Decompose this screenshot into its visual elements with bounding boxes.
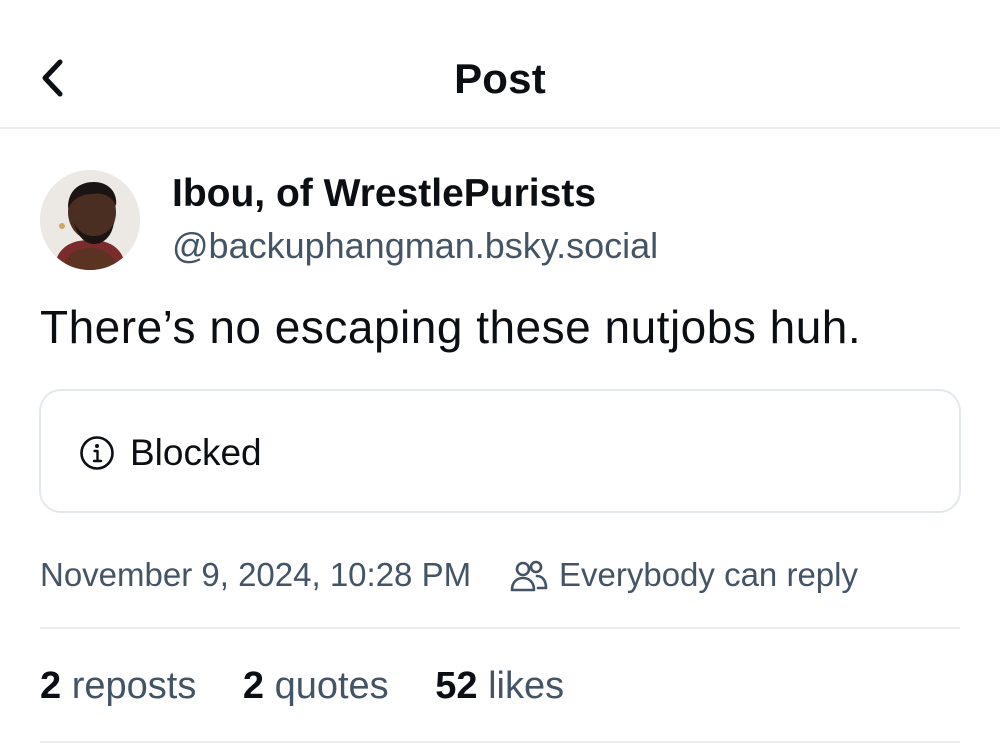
likes-count: 52 [435, 665, 478, 707]
blocked-label: Blocked [130, 432, 262, 473]
reposts-count: 2 [40, 665, 62, 707]
likes-label: likes [488, 665, 565, 707]
likes-stat[interactable]: 52 likes [435, 665, 564, 708]
divider [40, 627, 960, 629]
author-handle[interactable]: @backuphangman.bsky.social [172, 225, 658, 267]
avatar-image [40, 170, 140, 270]
divider [40, 741, 960, 743]
quotes-count: 2 [242, 665, 265, 707]
top-bar: Post [0, 0, 1000, 129]
engagement-stats: 2 reposts 2 quotes 52 likes [40, 665, 600, 708]
reply-setting[interactable]: Everybody can reply [559, 556, 858, 594]
post-text: There’s no escaping these nutjobs huh. [40, 301, 862, 353]
author-display-name[interactable]: Ibou, of WrestlePurists [172, 172, 596, 216]
quotes-stat[interactable]: 2 quotes [243, 665, 389, 708]
quotes-label: quotes [274, 665, 389, 707]
page-title: Post [454, 55, 546, 102]
avatar[interactable] [40, 170, 140, 270]
people-icon [510, 560, 548, 592]
blocked-quote-card: Blocked [39, 389, 961, 513]
reposts-label: reposts [71, 665, 197, 707]
post-timestamp: November 9, 2024, 10:28 PM [40, 556, 472, 593]
info-icon [80, 436, 114, 470]
reposts-stat[interactable]: 2 reposts [40, 665, 196, 708]
